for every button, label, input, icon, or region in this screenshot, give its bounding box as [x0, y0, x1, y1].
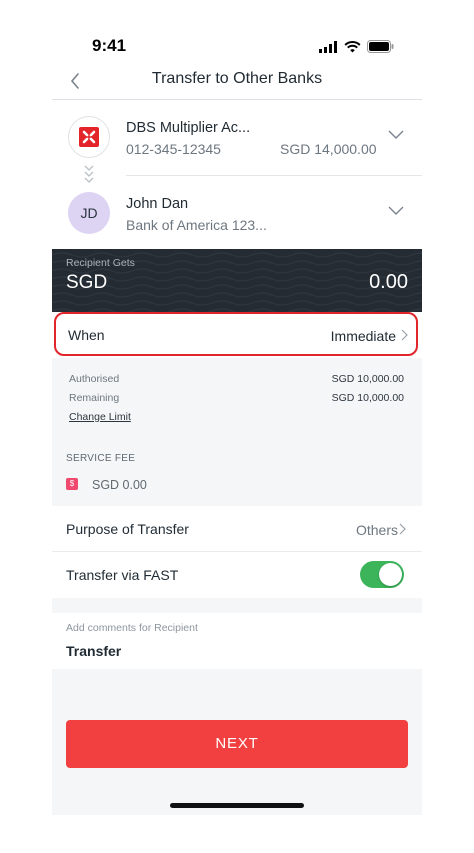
footer-area: NEXT	[52, 669, 422, 815]
to-account-name: John Dan	[126, 196, 189, 212]
recipient-gets-label: Recipient Gets	[66, 257, 135, 269]
comments-field[interactable]: Add comments for Recipient Transfer	[52, 613, 422, 669]
when-label: When	[68, 327, 105, 343]
toggle-knob	[379, 563, 402, 586]
comments-input[interactable]: Transfer	[66, 643, 121, 659]
fast-toggle[interactable]	[360, 561, 404, 588]
phone-screen: 9:41 Transfer to Other Banks DBS Multipl…	[52, 0, 422, 815]
authorised-label: Authorised	[69, 373, 120, 385]
service-fee-title: SERVICE FEE	[66, 453, 136, 464]
recipient-currency: SGD	[66, 272, 108, 293]
from-account-number: 012-345-12345	[126, 141, 221, 157]
status-bar: 9:41	[52, 0, 422, 64]
recipient-gets-panel: Recipient Gets SGD 0.00	[52, 249, 422, 312]
remaining-value: SGD 10,000.00	[331, 392, 404, 404]
section-gap	[52, 598, 422, 613]
dbs-logo-icon	[79, 127, 99, 147]
page-title: Transfer to Other Banks	[151, 70, 323, 87]
chevron-down-icon[interactable]	[388, 130, 404, 140]
service-fee-value: SGD 0.00	[92, 478, 147, 492]
home-indicator[interactable]	[170, 803, 304, 808]
battery-icon	[367, 40, 394, 53]
status-icons	[319, 40, 394, 53]
from-account-name: DBS Multiplier Ac...	[126, 120, 251, 136]
signal-icon	[319, 40, 337, 53]
from-account-selector[interactable]: DBS Multiplier Ac... 012-345-12345 SGD 1…	[52, 100, 422, 176]
from-account-balance: SGD 14,000.00	[280, 141, 377, 157]
chevron-right-icon	[401, 329, 408, 341]
limits-and-fee-section: Authorised SGD 10,000.00 Remaining SGD 1…	[52, 358, 422, 506]
purpose-selector[interactable]: Purpose of Transfer Others	[52, 506, 422, 552]
nav-header: Transfer to Other Banks	[52, 64, 422, 100]
next-button[interactable]: NEXT	[66, 720, 408, 768]
purpose-value: Others	[355, 522, 398, 538]
authorised-value: SGD 10,000.00	[331, 373, 404, 385]
to-account-selector[interactable]: JD John Dan Bank of America 123...	[52, 176, 422, 248]
fast-label: Transfer via FAST	[66, 567, 179, 583]
fast-transfer-row: Transfer via FAST	[52, 552, 422, 598]
recipient-amount-input[interactable]: 0.00	[369, 271, 408, 294]
when-selector[interactable]: When Immediate	[54, 312, 418, 356]
when-value: Immediate	[330, 328, 396, 344]
dollar-icon: $	[66, 478, 78, 490]
comments-label: Add comments for Recipient	[66, 622, 198, 634]
to-account-bank: Bank of America 123...	[126, 217, 267, 233]
purpose-label: Purpose of Transfer	[66, 521, 189, 537]
wifi-icon	[344, 40, 361, 52]
remaining-label: Remaining	[69, 392, 120, 404]
chevron-right-icon	[399, 523, 406, 535]
avatar: JD	[68, 192, 110, 234]
change-limit-link[interactable]: Change Limit	[69, 411, 131, 423]
status-time: 9:41	[92, 36, 127, 55]
chevron-down-icon[interactable]	[388, 206, 404, 216]
bank-logo	[68, 116, 110, 158]
